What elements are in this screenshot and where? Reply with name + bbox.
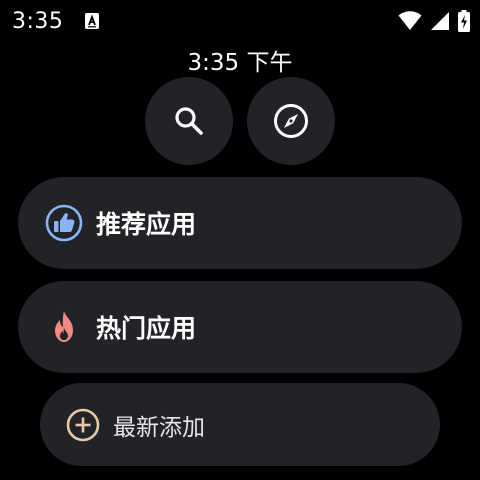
- add-circle-icon: [63, 405, 103, 445]
- compass-icon: [274, 104, 308, 138]
- flame-icon: [44, 307, 84, 347]
- popular-apps-label: 热门应用: [96, 314, 197, 343]
- recommended-apps-label: 推荐应用: [96, 210, 197, 239]
- wifi-icon: [398, 11, 422, 30]
- popular-apps-item[interactable]: 热门应用: [18, 281, 462, 373]
- status-icons: [398, 9, 470, 33]
- thumbs-up-icon: [44, 203, 84, 243]
- battery-charging-icon: [458, 10, 470, 32]
- recently-added-label: 最新添加: [113, 414, 205, 441]
- watch-screen: 3:35 3:35 下午 推荐应用 热门应用 最新添加: [0, 0, 480, 480]
- search-button[interactable]: [145, 77, 233, 165]
- signal-icon: [431, 12, 449, 30]
- recommended-apps-item[interactable]: 推荐应用: [18, 177, 462, 269]
- search-icon: [175, 107, 203, 135]
- accessibility-a-icon: [85, 13, 99, 29]
- clock: 3:35 下午: [187, 50, 293, 76]
- recently-added-item[interactable]: 最新添加: [40, 383, 440, 466]
- explore-button[interactable]: [247, 77, 335, 165]
- status-time: 3:35: [12, 9, 64, 34]
